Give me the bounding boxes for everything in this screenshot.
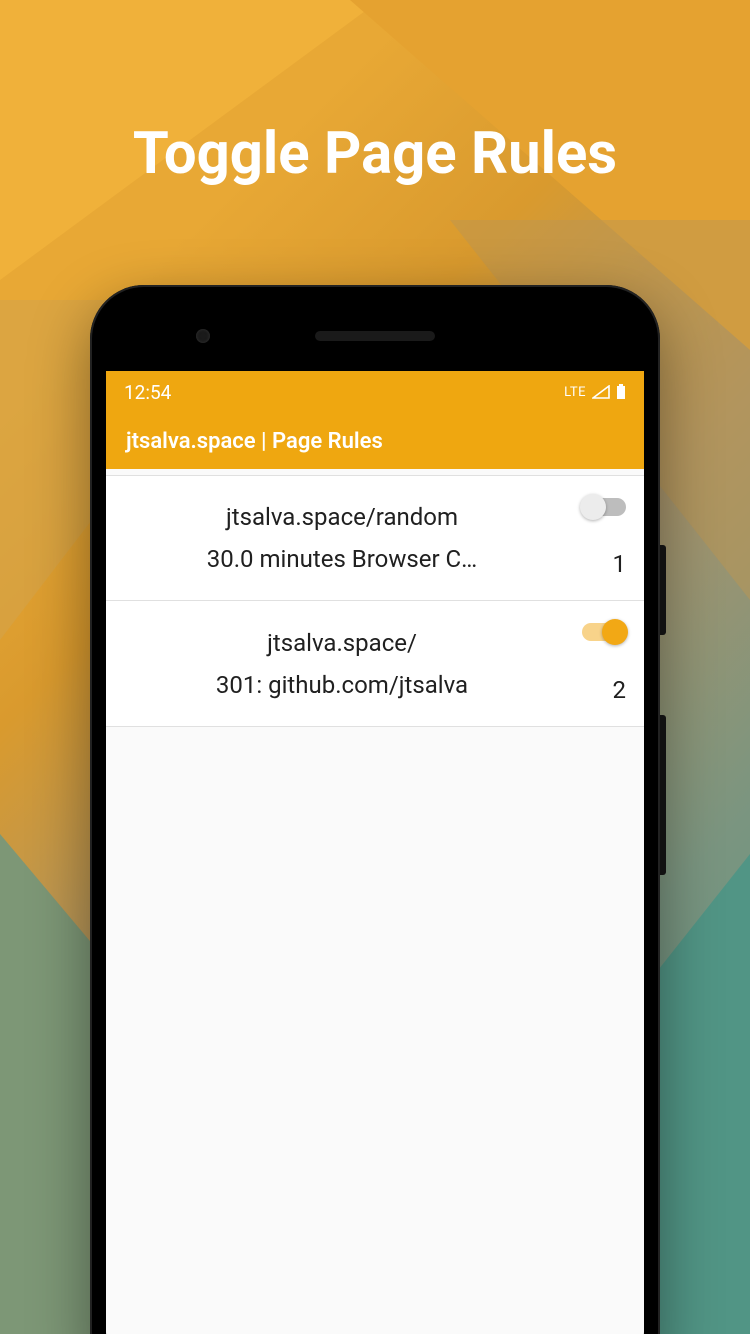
rule-toggle[interactable] — [582, 623, 626, 641]
phone-screen: 12:54 LTE jtsalva.space | Page Rules — [106, 371, 644, 1334]
rule-index: 2 — [613, 676, 627, 704]
rule-url: jtsalva.space/ — [124, 629, 560, 657]
rule-url: jtsalva.space/random — [124, 503, 560, 531]
status-bar: 12:54 LTE — [106, 371, 644, 413]
rule-index: 1 — [613, 550, 627, 578]
rule-side: 2 — [560, 619, 630, 708]
promo-background: Toggle Page Rules 12:54 LTE — [0, 0, 750, 1334]
promo-title: Toggle Page Rules — [0, 120, 750, 188]
phone-frame: 12:54 LTE jtsalva.space | Page Rules — [90, 285, 660, 1334]
status-network-label: LTE — [564, 385, 586, 400]
rule-side: 1 — [560, 494, 630, 582]
rule-row[interactable]: jtsalva.space/random 30.0 minutes Browse… — [106, 475, 644, 601]
phone-camera — [196, 329, 210, 343]
phone-bezel-top — [106, 301, 644, 371]
status-right: LTE — [564, 384, 626, 400]
rule-content: jtsalva.space/random 30.0 minutes Browse… — [124, 494, 560, 582]
phone-speaker — [315, 331, 435, 341]
status-time: 12:54 — [124, 381, 171, 404]
rule-content: jtsalva.space/ 301: github.com/jtsalva — [124, 619, 560, 708]
signal-icon — [592, 385, 610, 399]
rule-description: 30.0 minutes Browser C… — [124, 545, 560, 573]
app-bar-title: jtsalva.space | Page Rules — [126, 429, 383, 454]
rules-list: jtsalva.space/random 30.0 minutes Browse… — [106, 475, 644, 727]
rule-description: 301: github.com/jtsalva — [124, 671, 560, 699]
rule-row[interactable]: jtsalva.space/ 301: github.com/jtsalva 2 — [106, 601, 644, 727]
app-bar: jtsalva.space | Page Rules — [106, 413, 644, 469]
battery-icon — [616, 384, 626, 400]
rule-toggle[interactable] — [582, 498, 626, 516]
phone-side-button — [660, 715, 666, 875]
phone-side-button — [660, 545, 666, 635]
